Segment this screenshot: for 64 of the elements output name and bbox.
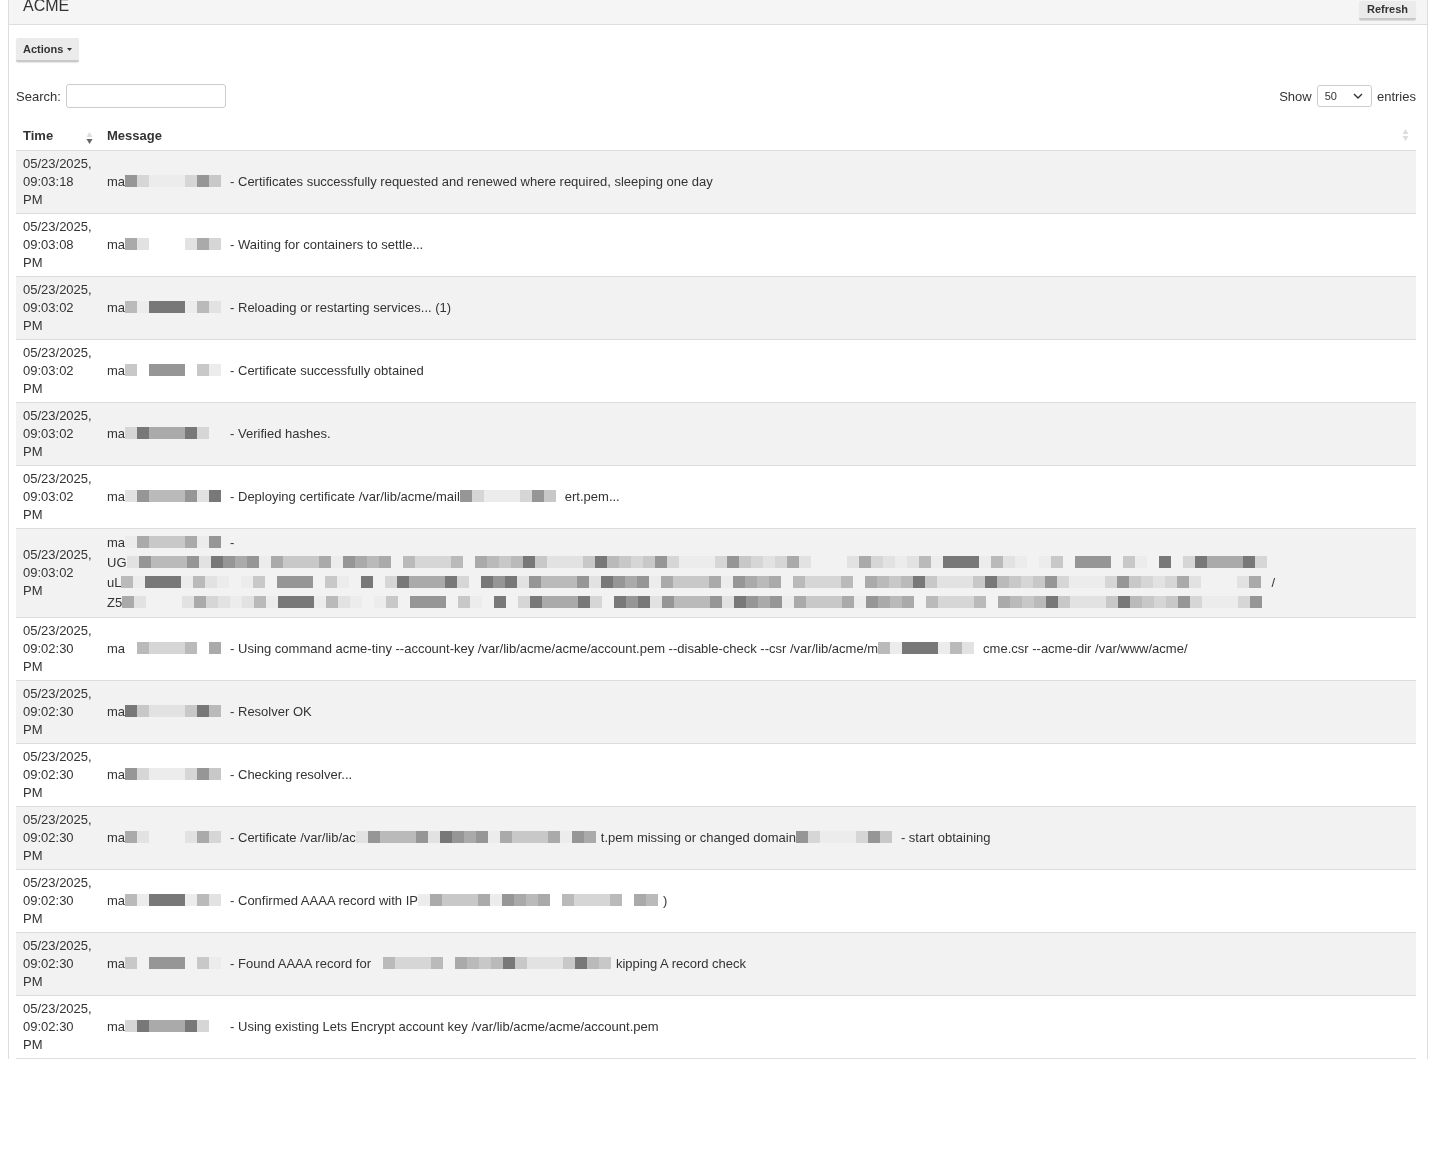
time-cell: 05/23/2025, 09:03:02 PM xyxy=(16,465,100,529)
chevron-down-icon xyxy=(1352,93,1363,99)
message-text: ert.pem... xyxy=(564,489,620,504)
message-text: ma xyxy=(107,830,126,845)
actions-button[interactable]: Actions xyxy=(16,38,80,62)
time-cell: 05/23/2025, 09:03:02 PM xyxy=(16,339,100,403)
message-text: kipping A record check xyxy=(615,956,747,971)
message-text: - Verified hashes. xyxy=(230,426,331,441)
message-text: - Certificate /var/lib/ac xyxy=(230,830,356,845)
message-text: - start obtaining xyxy=(900,830,991,845)
time-cell: 05/23/2025, 09:03:08 PM xyxy=(16,213,100,277)
message-text: uL xyxy=(107,575,122,590)
message-text: ma xyxy=(107,641,126,656)
message-text: - xyxy=(230,535,235,550)
time-cell: 05/23/2025, 09:02:30 PM xyxy=(16,869,100,933)
time-cell: 05/23/2025, 09:02:30 PM xyxy=(16,743,100,807)
message-text: ma xyxy=(107,956,126,971)
message-text: ma xyxy=(107,174,126,189)
time-cell: 05/23/2025, 09:02:30 PM xyxy=(16,680,100,744)
time-cell: 05/23/2025, 09:03:02 PM xyxy=(16,402,100,466)
message-text: cme.csr --acme-dir /var/www/acme/ xyxy=(983,641,1188,656)
message-text: - Waiting for containers to settle... xyxy=(230,237,424,252)
message-text: ma xyxy=(107,704,126,719)
message-text: - Deploying certificate /var/lib/acme/mail xyxy=(230,489,460,504)
message-text: - Reloading or restarting services... (1) xyxy=(230,300,452,315)
panel-title: ACME xyxy=(23,0,70,16)
message-text: - Resolver OK xyxy=(230,704,312,719)
entries-label: entries xyxy=(1376,88,1416,104)
time-cell: 05/23/2025, 09:03:18 PM xyxy=(16,150,100,214)
message-text: - Confirmed AAAA record with IP xyxy=(230,893,418,908)
message-text: UG xyxy=(107,555,127,570)
message-text: ma xyxy=(107,300,126,315)
time-cell: 05/23/2025, 09:02:30 PM xyxy=(16,806,100,870)
message-text: - Checking resolver... xyxy=(230,767,353,782)
message-text: ma xyxy=(107,1019,126,1034)
message-text: ma xyxy=(107,489,126,504)
time-cell: 05/23/2025, 09:02:30 PM xyxy=(16,995,100,1059)
message-text: ma xyxy=(107,535,126,550)
message-text: ma xyxy=(107,237,126,252)
message-text: / xyxy=(1271,575,1276,590)
caret-icon xyxy=(67,47,73,51)
time-cell: 05/23/2025, 09:02:30 PM xyxy=(16,617,100,681)
message-text: - Certificate successfully obtained xyxy=(230,363,424,378)
page-size-select[interactable]: 50 xyxy=(1316,85,1372,107)
message-text: ma xyxy=(107,426,126,441)
message-text: - Certificates successfully requested and renewed where required, sleeping one day xyxy=(230,174,713,189)
message-text: - Using existing Lets Encrypt account key /var/lib/acme/acme/account.pem xyxy=(230,1019,659,1034)
search-field[interactable] xyxy=(65,84,226,108)
column-header[interactable]: Time xyxy=(16,118,100,151)
column-header[interactable]: Message xyxy=(100,118,1416,151)
message-text: ma xyxy=(107,363,126,378)
search-label: Search: xyxy=(16,88,61,104)
message-text: - Using command acme-tiny --account-key /var/lib/acme/acme/account.pem --disable-check --csr /var/lib/acme/m xyxy=(230,641,879,656)
message-text: ma xyxy=(107,767,126,782)
message-text: ) xyxy=(662,893,668,908)
message-text: ma xyxy=(107,893,126,908)
time-cell: 05/23/2025, 09:03:02 PM xyxy=(16,276,100,340)
refresh-button[interactable]: Refresh xyxy=(1359,1,1416,20)
time-cell: 05/23/2025, 09:02:30 PM xyxy=(16,932,100,996)
show-label: Show xyxy=(1279,88,1312,104)
message-text: Z5 xyxy=(107,595,123,610)
message-text: - Found AAAA record for xyxy=(230,956,371,971)
time-cell: 05/23/2025, 09:03:02 PM xyxy=(16,528,100,618)
message-text: t.pem missing or changed domain xyxy=(600,830,796,845)
